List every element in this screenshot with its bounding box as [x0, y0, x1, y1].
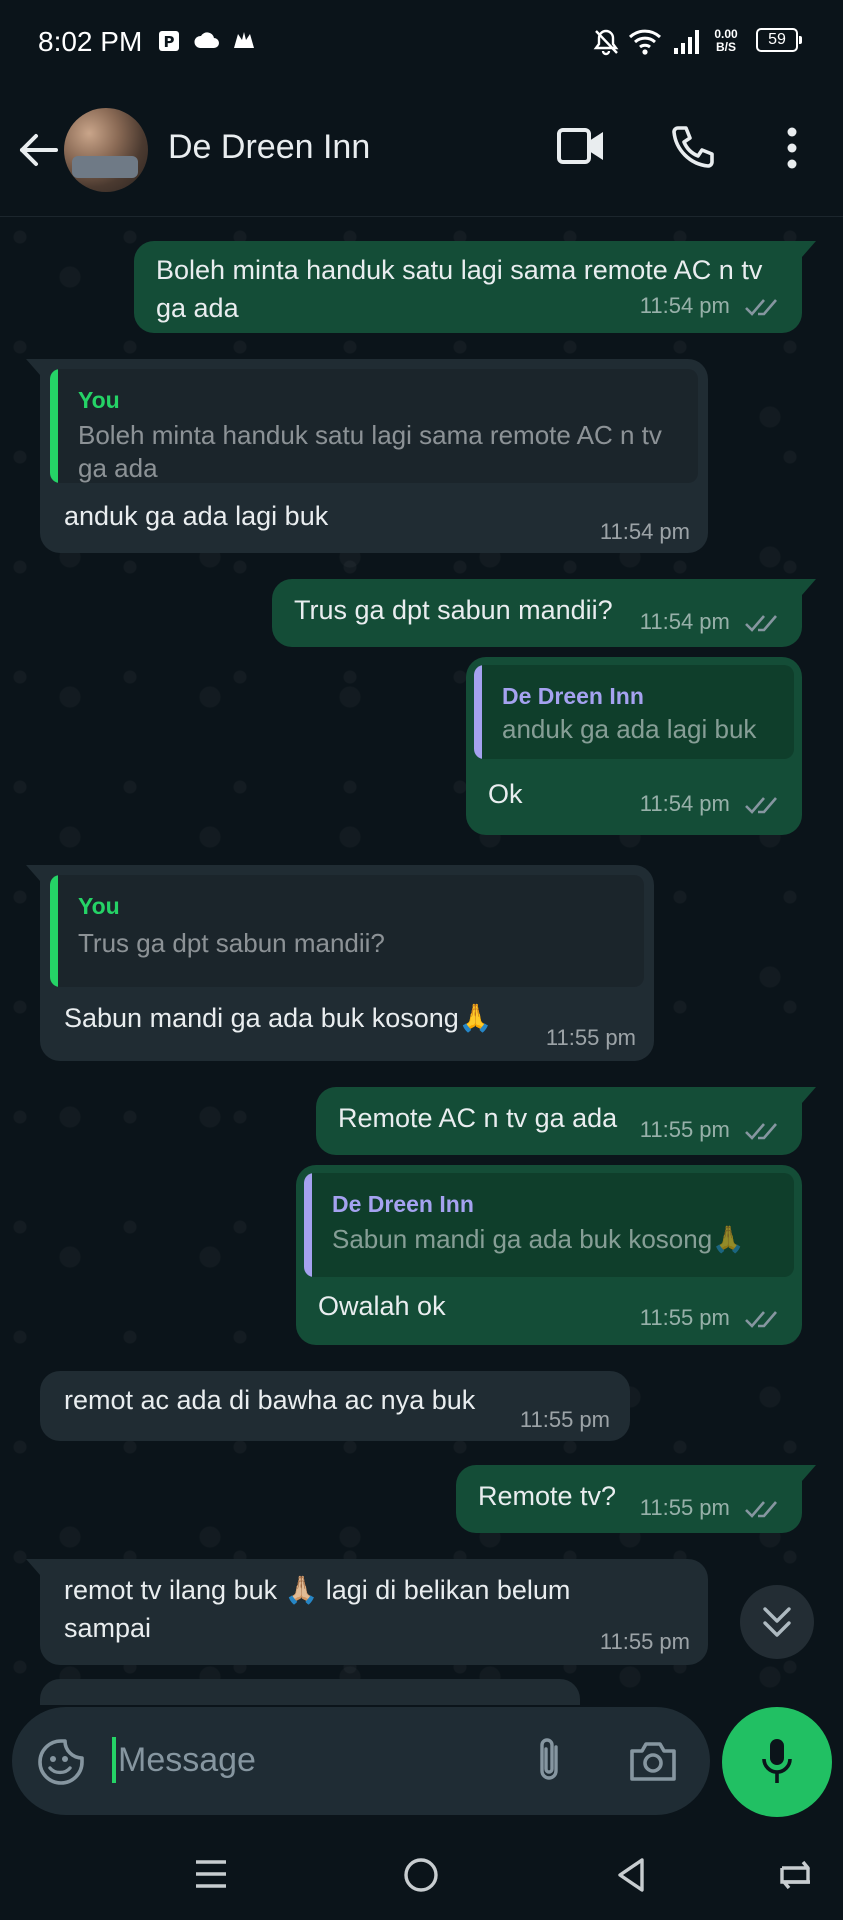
message-meta: 11:54 pm [640, 293, 780, 319]
back-arrow-icon[interactable] [16, 128, 60, 172]
voice-message-button[interactable] [722, 1707, 832, 1817]
parking-notification-icon: P [159, 31, 179, 51]
read-ticks-icon [745, 1123, 777, 1141]
message-time: 11:55 pm [545, 1025, 636, 1050]
message-outgoing[interactable]: De Dreen Inn anduk ga ada lagi buk Ok 11… [466, 657, 802, 835]
message-outgoing[interactable]: Trus ga dpt sabun mandii? 11:54 pm [272, 579, 816, 647]
signal-icon [674, 30, 699, 54]
message-incoming[interactable]: You Trus ga dpt sabun mandii? Sabun mand… [26, 865, 654, 1061]
message-incoming-partial[interactable] [40, 1679, 580, 1705]
read-ticks-icon [745, 797, 777, 815]
status-time: 8:02 PM [38, 26, 143, 57]
message-time: 11:54 pm [639, 609, 730, 634]
message-text: remot tv ilang buk 🙏🏼 lagi di belikan be… [64, 1575, 571, 1643]
cloud-icon [194, 32, 219, 48]
message-outgoing[interactable]: Remote AC n tv ga ada 11:55 pm [316, 1087, 816, 1155]
read-ticks-icon [745, 299, 777, 317]
back-nav-icon[interactable] [614, 1856, 648, 1894]
message-composer: Message [12, 1707, 710, 1815]
message-time: 11:54 pm [599, 519, 690, 544]
message-incoming[interactable]: remot ac ada di bawha ac nya buk 11:55 p… [40, 1371, 630, 1441]
chat-title[interactable]: De Dreen Inn [168, 128, 370, 167]
home-nav-icon[interactable] [402, 1856, 440, 1894]
sticker-icon[interactable] [36, 1737, 86, 1787]
message-text: Owalah ok [318, 1291, 446, 1321]
message-meta: 11:55 pm [640, 1495, 780, 1521]
quoted-message[interactable]: De Dreen Inn anduk ga ada lagi buk [474, 665, 794, 759]
scroll-to-bottom-button[interactable] [740, 1585, 814, 1659]
read-ticks-icon [745, 1311, 777, 1329]
message-list[interactable]: Boleh minta handuk satu lagi sama remote… [0, 217, 843, 1705]
message-text: Trus ga dpt sabun mandii? [294, 595, 613, 625]
voice-call-icon[interactable] [668, 124, 716, 172]
message-time: 11:54 pm [639, 791, 730, 816]
message-incoming[interactable]: You Boleh minta handuk satu lagi sama re… [26, 359, 708, 553]
message-time: 11:54 pm [639, 293, 730, 318]
status-bar: 8:02 PM P 0.00 B/S 59 [0, 0, 843, 86]
chat-header: De Dreen Inn [0, 86, 843, 217]
network-speed-unit: B/S [715, 40, 736, 54]
message-text: anduk ga ada lagi buk [64, 501, 329, 531]
message-input[interactable]: Message [118, 1741, 256, 1780]
quote-author: De Dreen Inn [332, 1191, 474, 1217]
quote-author: De Dreen Inn [502, 683, 644, 709]
text-caret [112, 1737, 116, 1783]
quoted-message[interactable]: You Boleh minta handuk satu lagi sama re… [50, 369, 698, 483]
quote-author: You [78, 893, 120, 919]
message-meta: 11:54 pm [640, 609, 780, 635]
menu-nav-icon[interactable] [194, 1856, 228, 1892]
message-text: Remote tv? [478, 1481, 617, 1511]
message-time: 11:55 pm [639, 1495, 730, 1520]
battery-indicator: 59 [756, 28, 802, 52]
svg-text:P: P [164, 33, 175, 51]
message-meta: 11:55 pm [640, 1117, 780, 1143]
mic-icon [762, 1739, 792, 1783]
message-time: 11:55 pm [639, 1305, 730, 1330]
quoted-message[interactable]: You Trus ga dpt sabun mandii? [50, 875, 644, 987]
quoted-message[interactable]: De Dreen Inn Sabun mandi ga ada buk koso… [304, 1173, 794, 1277]
quote-text: anduk ga ada lagi buk [502, 714, 757, 744]
read-ticks-icon [745, 615, 777, 633]
message-outgoing[interactable]: Remote tv? 11:55 pm [456, 1465, 816, 1533]
message-meta: 11:55 pm [640, 1305, 780, 1331]
message-text: Ok [488, 779, 523, 809]
avatar[interactable] [64, 108, 148, 192]
message-text: remot ac ada di bawha ac nya buk [64, 1385, 476, 1415]
app-notification-icon [234, 32, 254, 48]
more-options-icon[interactable] [778, 124, 806, 172]
read-ticks-icon [745, 1501, 777, 1519]
quote-text: Sabun mandi ga ada buk kosong🙏 [332, 1224, 745, 1254]
message-time: 11:55 pm [519, 1407, 610, 1432]
quote-author: You [78, 387, 120, 413]
message-time: 11:55 pm [599, 1629, 690, 1654]
system-nav-bar [0, 1832, 843, 1920]
quote-text: Trus ga dpt sabun mandii? [78, 928, 385, 958]
camera-icon[interactable] [628, 1739, 678, 1783]
message-text: Sabun mandi ga ada buk kosong🙏 [64, 1003, 493, 1033]
message-outgoing[interactable]: Boleh minta handuk satu lagi sama remote… [134, 241, 816, 333]
message-time: 11:55 pm [639, 1117, 730, 1142]
video-call-icon[interactable] [556, 124, 606, 168]
message-text: Remote AC n tv ga ada [338, 1103, 618, 1133]
message-outgoing[interactable]: De Dreen Inn Sabun mandi ga ada buk koso… [296, 1165, 802, 1345]
quote-text: Boleh minta handuk satu lagi sama remote… [78, 420, 662, 483]
message-incoming[interactable]: remot tv ilang buk 🙏🏼 lagi di belikan be… [26, 1559, 708, 1665]
double-chevron-down-icon [763, 1607, 791, 1637]
switch-apps-nav-icon[interactable] [776, 1858, 816, 1892]
mute-bell-icon [593, 29, 619, 56]
network-speed: 0.00 B/S [708, 28, 744, 54]
attach-icon[interactable] [532, 1735, 566, 1787]
wifi-icon [628, 29, 662, 55]
message-meta: 11:54 pm [640, 791, 780, 817]
